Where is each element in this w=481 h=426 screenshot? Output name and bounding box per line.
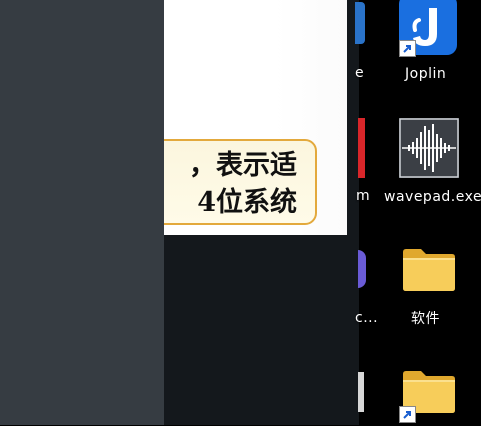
waveform-icon [399,118,459,178]
partial-label-3: c... [355,310,379,326]
folder-icon [403,249,455,291]
partial-icon-4[interactable] [358,372,364,412]
desktop-icon-wavepad[interactable] [399,118,459,178]
partial-label-2: m [356,188,371,204]
document-window: ，表示适 4位系统 [164,0,347,235]
partial-icon-1[interactable] [355,2,365,44]
shortcut-arrow-icon [399,406,416,423]
desktop-icon-folder-shortcut[interactable] [399,370,457,423]
callout-line-1: ，表示适 [189,150,297,181]
desktop-label-wavepad: wavepad.exe [384,189,481,205]
desktop-label-joplin: Joplin [405,66,447,82]
dark-side-panel [0,0,164,425]
shortcut-arrow-icon [399,40,416,57]
desktop-label-folder-software: 软件 [411,311,440,327]
desktop-icon-joplin[interactable] [399,0,459,57]
partial-label-1: e [355,65,365,81]
callout-box: ，表示适 4位系统 [164,139,317,225]
partial-icon-3[interactable] [358,250,366,288]
partial-icon-2[interactable] [358,118,365,178]
desktop-icon-folder-software[interactable] [401,248,457,292]
callout-line-2: 4位系统 [197,187,297,218]
